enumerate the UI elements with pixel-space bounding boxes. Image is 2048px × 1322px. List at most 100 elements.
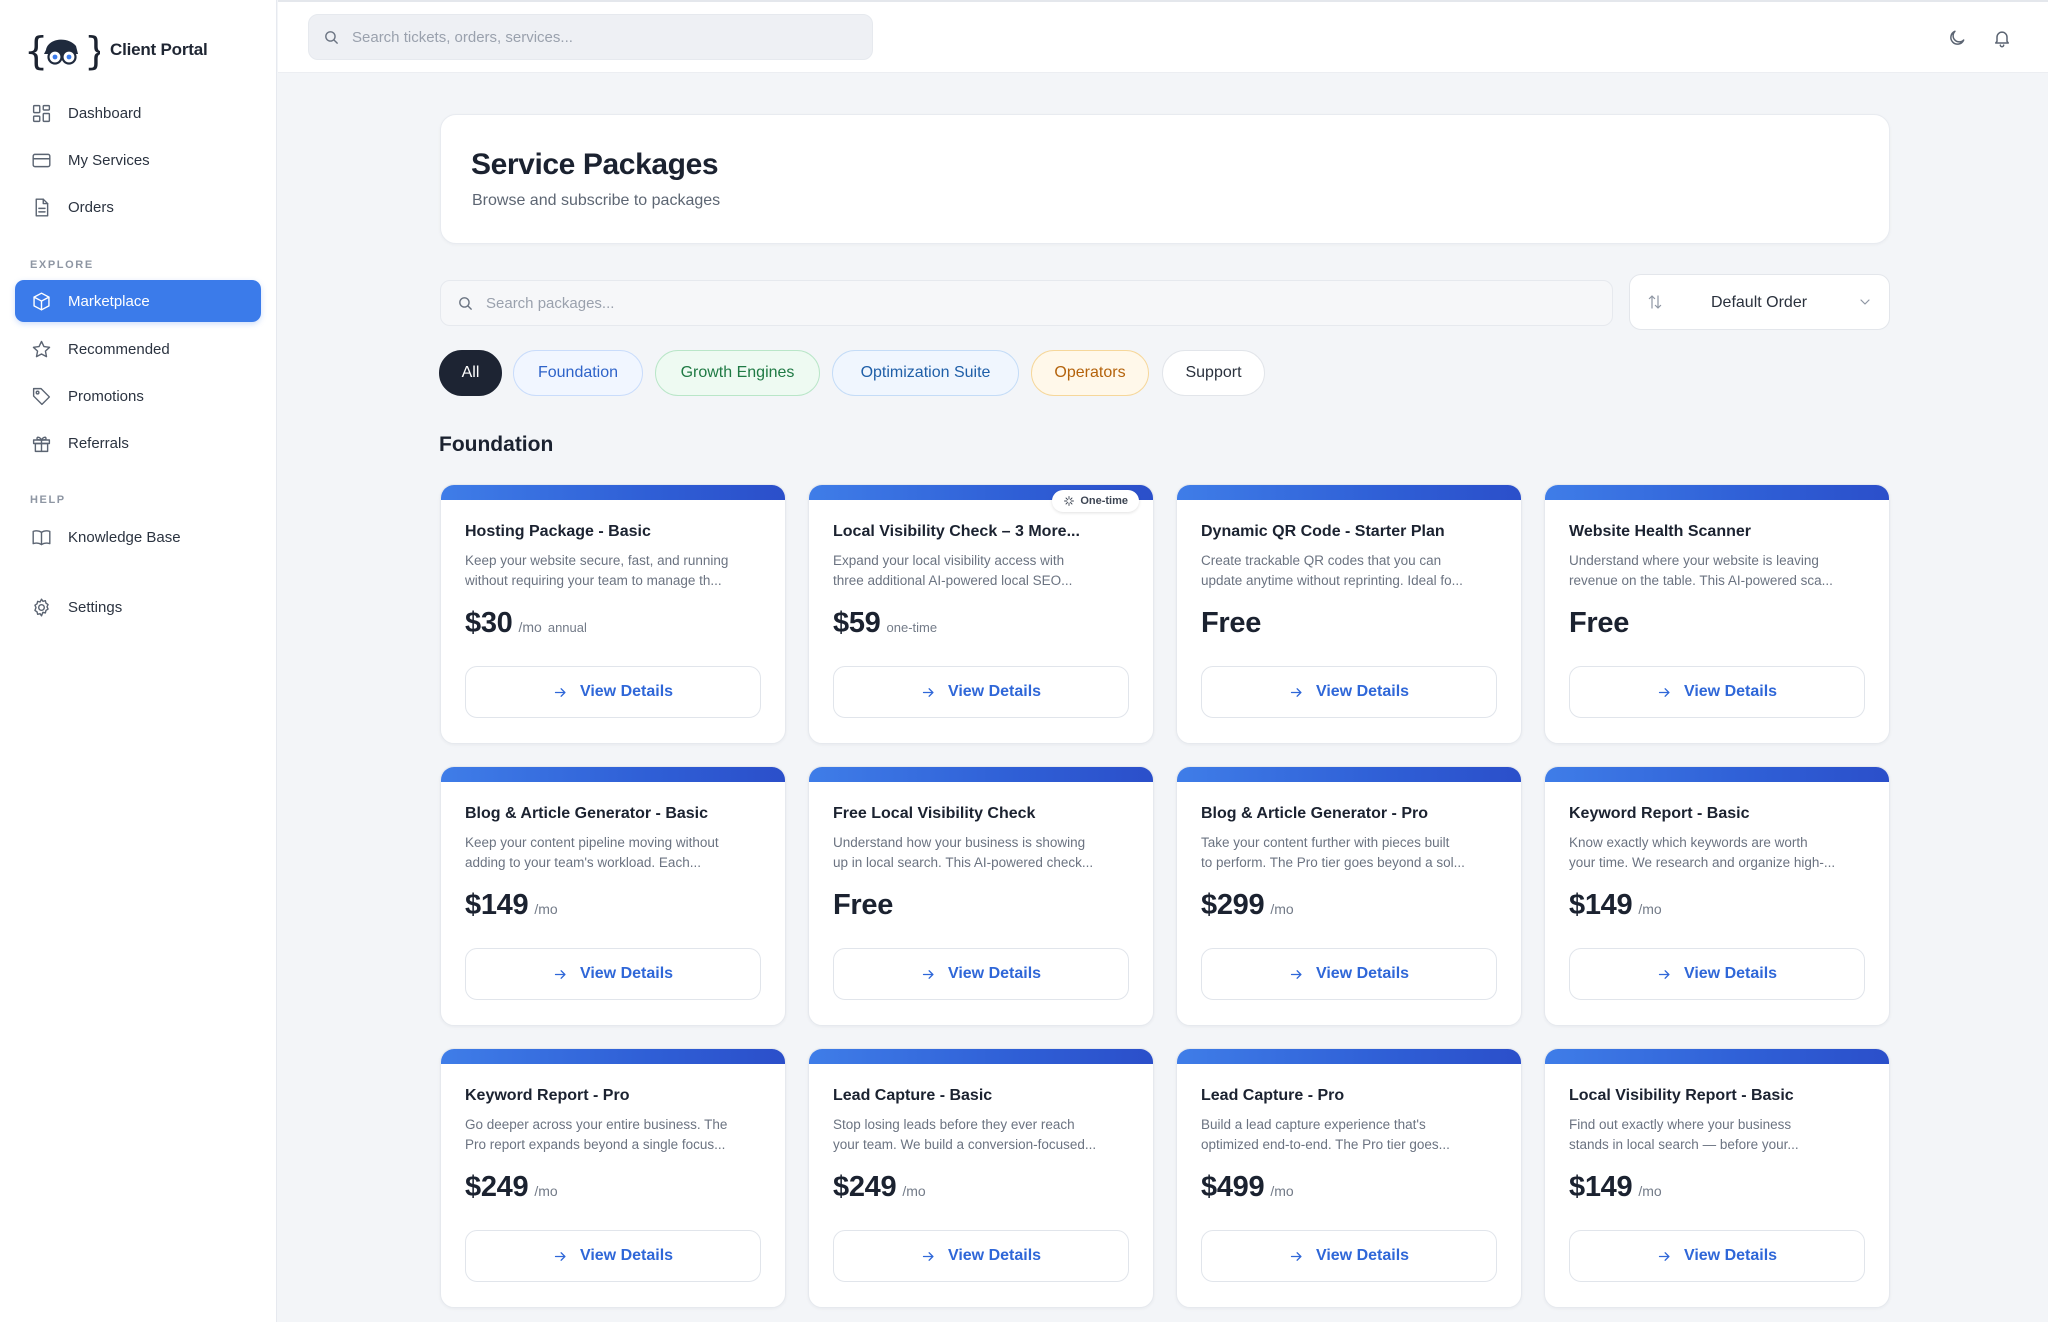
card-price: $299/mo — [1201, 889, 1294, 922]
view-details-button[interactable]: View Details — [1201, 666, 1497, 718]
package-card[interactable]: Hosting Package - Basic Keep your website… — [440, 484, 786, 744]
card-accent-bar — [809, 1049, 1153, 1064]
card-price: Free — [1569, 607, 1629, 640]
sidebar-item-label: Settings — [68, 598, 123, 616]
sparkle-icon — [1064, 496, 1075, 506]
view-details-label: View Details — [579, 1247, 674, 1264]
card-description: Keep your website secure, fast, and runn… — [465, 551, 765, 591]
price-amount: $149 — [465, 889, 529, 921]
view-details-button[interactable]: View Details — [1569, 666, 1865, 718]
price-unit: /mo — [1270, 1183, 1294, 1199]
sidebar-item-dashboard[interactable]: Dashboard — [15, 92, 261, 134]
card-description-line: update anytime without reprinting. Ideal… — [1201, 573, 1463, 588]
sidebar-item-label: Referrals — [68, 434, 129, 452]
package-card[interactable]: One-time Local Visibility Check – 3 More.… — [808, 484, 1154, 744]
badge-label: One-time — [1080, 495, 1128, 507]
price-amount: $59 — [833, 607, 881, 639]
card-accent-bar — [1545, 767, 1889, 782]
arrow-right-icon — [554, 687, 566, 697]
one-time-badge: One-time — [1052, 490, 1139, 512]
sidebar-item-settings[interactable]: Settings — [15, 586, 261, 628]
sidebar-item-marketplace[interactable]: Marketplace — [15, 280, 261, 322]
page-header: Service Packages Browse and subscribe to… — [440, 114, 1890, 244]
filter-chip-foundation[interactable]: Foundation — [513, 350, 643, 396]
sidebar-item-label: Dashboard — [68, 104, 142, 122]
package-search-input[interactable] — [486, 294, 1586, 312]
card-title: Local Visibility Report - Basic — [1569, 1087, 1794, 1104]
card-description: Stop losing leads before they ever reach… — [833, 1115, 1133, 1155]
card-price: $249/mo — [833, 1171, 926, 1204]
sidebar-item-my-services[interactable]: My Services — [15, 139, 261, 181]
app-title: Client Portal — [110, 40, 208, 59]
card-title: Blog & Article Generator - Pro — [1201, 805, 1428, 822]
package-card[interactable]: Lead Capture - Basic Stop losing leads be… — [808, 1048, 1154, 1308]
price-amount: Free — [1201, 607, 1262, 639]
global-search-input[interactable] — [352, 28, 832, 46]
package-card[interactable]: Blog & Article Generator - Pro Take your … — [1176, 766, 1522, 1026]
card-accent-bar — [1177, 767, 1521, 782]
arrow-right-icon — [922, 1251, 934, 1261]
sidebar-item-promotions[interactable]: Promotions — [15, 375, 261, 417]
arrow-right-icon — [554, 969, 566, 979]
package-card[interactable]: Keyword Report - Pro Go deeper across you… — [440, 1048, 786, 1308]
global-search[interactable] — [308, 14, 873, 60]
view-details-button[interactable]: View Details — [833, 1230, 1129, 1282]
price-amount: $249 — [833, 1171, 897, 1203]
arrow-right-icon — [922, 687, 934, 697]
card-title: Free Local Visibility Check — [833, 805, 1036, 822]
package-card[interactable]: Free Local Visibility Check Understand ho… — [808, 766, 1154, 1026]
bell-icon[interactable] — [1990, 26, 2014, 50]
star-icon — [30, 338, 52, 360]
card-description-line: Create trackable QR codes that you can — [1201, 553, 1442, 568]
view-details-button[interactable]: View Details — [1569, 948, 1865, 1000]
gift-icon — [30, 432, 52, 454]
sidebar-item-orders[interactable]: Orders — [15, 186, 261, 228]
brand[interactable]: { } Client Portal — [24, 26, 208, 74]
view-details-button[interactable]: View Details — [465, 948, 761, 1000]
card-price: $30/mo annual — [465, 607, 587, 640]
view-details-button[interactable]: View Details — [465, 1230, 761, 1282]
arrow-right-icon — [922, 969, 934, 979]
card-description-line: to perform. The Pro tier goes beyond a s… — [1201, 855, 1465, 870]
view-details-button[interactable]: View Details — [1569, 1230, 1865, 1282]
card-accent-bar — [1177, 1049, 1521, 1064]
arrow-right-icon — [1290, 1251, 1302, 1261]
card-description: Take your content further with pieces bu… — [1201, 833, 1501, 873]
price-unit: /mo — [1638, 1183, 1662, 1199]
card-accent-bar — [809, 767, 1153, 782]
package-search[interactable] — [440, 280, 1613, 326]
package-card[interactable]: Local Visibility Report - Basic Find out … — [1544, 1048, 1890, 1308]
card-description-line: Stop losing leads before they ever reach — [833, 1117, 1075, 1132]
sort-select[interactable]: Default Order — [1629, 274, 1890, 330]
package-card[interactable]: Blog & Article Generator - Basic Keep you… — [440, 766, 786, 1026]
package-card[interactable]: Keyword Report - Basic Know exactly which… — [1544, 766, 1890, 1026]
sidebar-item-recommended[interactable]: Recommended — [15, 328, 261, 370]
sidebar-item-knowledge-base[interactable]: Knowledge Base — [15, 516, 261, 558]
filter-chip-optimization-suite[interactable]: Optimization Suite — [832, 350, 1019, 396]
topbar — [278, 0, 2048, 73]
filter-chip-all[interactable]: All — [439, 350, 502, 396]
filter-chip-support[interactable]: Support — [1162, 350, 1265, 396]
view-details-button[interactable]: View Details — [1201, 948, 1497, 1000]
package-card[interactable]: Lead Capture - Pro Build a lead capture e… — [1176, 1048, 1522, 1308]
card-description-line: Pro report expands beyond a single focus… — [465, 1137, 726, 1152]
view-details-button[interactable]: View Details — [833, 948, 1129, 1000]
view-details-button[interactable]: View Details — [1201, 1230, 1497, 1282]
price-amount: Free — [1569, 607, 1630, 639]
card-description-line: Keep your website secure, fast, and runn… — [465, 553, 729, 568]
moon-icon[interactable] — [1945, 26, 1969, 50]
explore-heading: EXPLORE — [30, 259, 94, 271]
document-icon — [30, 196, 52, 218]
package-card[interactable]: Website Health Scanner Understand where y… — [1544, 484, 1890, 744]
filter-chip-growth-engines[interactable]: Growth Engines — [655, 350, 820, 396]
card-description-line: Keep your content pipeline moving withou… — [465, 835, 719, 850]
card-title: Lead Capture - Basic — [833, 1087, 993, 1104]
package-card[interactable]: Dynamic QR Code - Starter Plan Create tra… — [1176, 484, 1522, 744]
card-description: Create trackable QR codes that you can up… — [1201, 551, 1501, 591]
sidebar-item-referrals[interactable]: Referrals — [15, 422, 261, 464]
view-details-button[interactable]: View Details — [465, 666, 761, 718]
filter-chip-operators[interactable]: Operators — [1031, 350, 1149, 396]
card-description-line: your time. We research and organize high… — [1569, 855, 1836, 870]
view-details-button[interactable]: View Details — [833, 666, 1129, 718]
search-icon — [459, 296, 472, 310]
